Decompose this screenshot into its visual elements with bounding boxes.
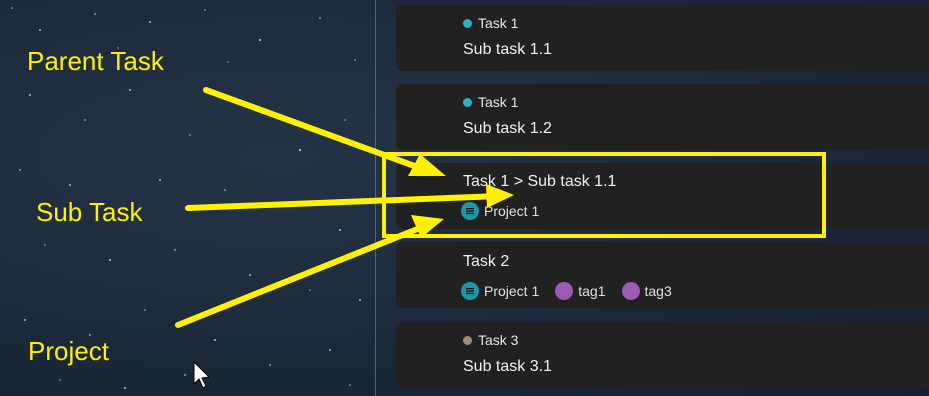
project-label: Project 1 bbox=[484, 203, 540, 219]
annotation-parent-task: Parent Task bbox=[27, 46, 164, 76]
tag-dot-icon bbox=[621, 282, 640, 300]
tag-dot-icon bbox=[555, 282, 574, 300]
task-title: Task 1 > Sub task 1.1 bbox=[463, 173, 617, 190]
parent-color-dot bbox=[463, 97, 472, 107]
task-title: Task 2 bbox=[463, 253, 510, 270]
parent-color-dot bbox=[463, 335, 472, 345]
parent-task: Task 3 bbox=[463, 332, 518, 348]
timeline-divider bbox=[375, 0, 376, 396]
tag-chip[interactable]: tag1 bbox=[555, 282, 606, 300]
task-title: Sub task 1.2 bbox=[463, 120, 552, 137]
tag-chip[interactable]: tag3 bbox=[621, 282, 672, 300]
list-icon bbox=[461, 202, 479, 220]
parent-task: Task 1 bbox=[463, 94, 518, 110]
parent-task: Task 1 bbox=[463, 15, 518, 31]
task-card[interactable]: Task 1 Sub task 1.2 bbox=[396, 84, 929, 150]
task-title: Sub task 1.1 bbox=[463, 41, 552, 58]
project-chip[interactable]: Project 1 bbox=[461, 282, 539, 300]
tag-label: tag3 bbox=[644, 283, 672, 299]
parent-task-label: Task 1 bbox=[478, 94, 519, 110]
parent-color-dot bbox=[463, 18, 472, 28]
task-card[interactable]: Task 2 Project 1 tag1 tag3 bbox=[396, 242, 929, 308]
project-label: Project 1 bbox=[484, 283, 540, 299]
task-title: Sub task 3.1 bbox=[463, 358, 552, 375]
task-card[interactable]: Task 1 > Sub task 1.1 Project 1 bbox=[396, 163, 929, 229]
list-icon bbox=[461, 282, 479, 300]
tag-label: tag1 bbox=[578, 283, 606, 299]
task-meta: Project 1 bbox=[461, 202, 549, 220]
parent-task-label: Task 1 bbox=[478, 15, 519, 31]
project-chip[interactable]: Project 1 bbox=[461, 202, 539, 220]
task-card[interactable]: Task 3 Sub task 3.1 bbox=[396, 322, 929, 388]
task-card[interactable]: Task 1 Sub task 1.1 bbox=[396, 5, 929, 71]
task-meta: Project 1 tag1 tag3 bbox=[461, 282, 682, 300]
parent-task-label: Task 3 bbox=[478, 332, 519, 348]
annotation-project: Project bbox=[28, 336, 109, 366]
annotation-sub-task: Sub Task bbox=[36, 197, 143, 227]
